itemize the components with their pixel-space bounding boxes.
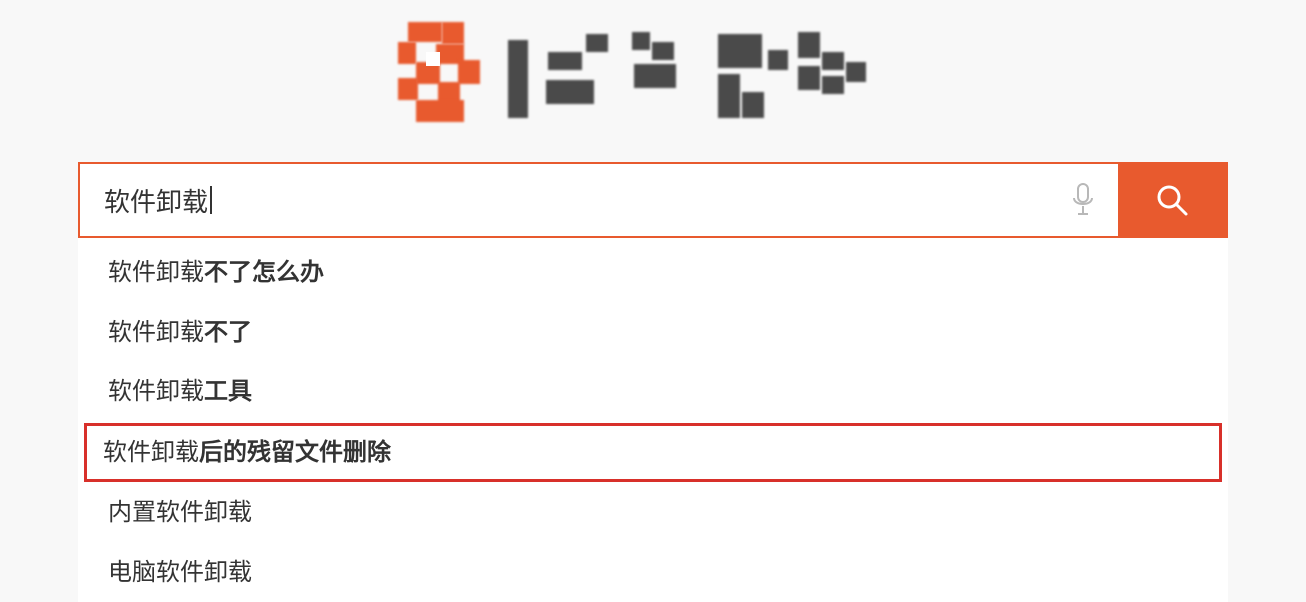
search-container: 软件卸载 软件卸载不了怎么办 软件卸载不了 软件卸载工具	[78, 162, 1228, 602]
search-input-wrapper[interactable]: 软件卸载	[80, 164, 1048, 236]
microphone-icon	[1070, 182, 1096, 218]
logo-area	[0, 0, 1306, 162]
suggestion-item[interactable]: 内置软件卸载	[86, 484, 1220, 542]
suggestion-item[interactable]: 软件卸载工具	[86, 363, 1220, 421]
suggestion-item[interactable]: 软件卸载不了	[86, 304, 1220, 362]
suggestion-bold: 不了	[204, 319, 252, 346]
suggestion-item-highlighted[interactable]: 软件卸载后的残留文件删除	[84, 423, 1222, 483]
suggestion-bold: 不了怎么办	[204, 259, 324, 286]
suggestion-item[interactable]: 软件卸载不了怎么办	[86, 244, 1220, 302]
suggestion-bold: 后的残留文件删除	[199, 439, 391, 466]
suggestion-prefix: 软件卸载	[108, 378, 204, 405]
suggestions-list: 软件卸载不了怎么办 软件卸载不了 软件卸载工具 软件卸载后的残留文件删除 内置软…	[78, 238, 1228, 602]
voice-search-button[interactable]	[1048, 164, 1118, 236]
search-bar: 软件卸载	[78, 162, 1228, 238]
suggestion-prefix: 软件卸载	[103, 439, 199, 466]
suggestion-item[interactable]: 电脑软件卸载	[86, 544, 1220, 602]
suggestion-bold: 工具	[204, 378, 252, 405]
search-query-text: 软件卸载	[104, 182, 208, 219]
suggestion-prefix: 软件卸载	[108, 319, 204, 346]
suggestion-prefix: 内置软件卸载	[108, 499, 252, 526]
suggestion-prefix: 软件卸载	[108, 259, 204, 286]
search-icon	[1154, 182, 1190, 218]
search-button[interactable]	[1118, 164, 1226, 236]
logo-icon	[398, 22, 908, 122]
text-cursor-icon	[210, 186, 212, 214]
